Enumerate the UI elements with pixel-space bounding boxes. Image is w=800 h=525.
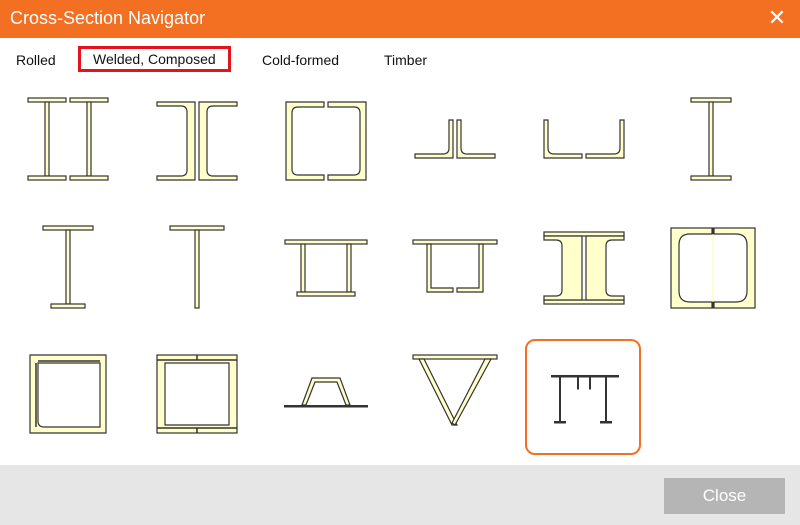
tab-welded-composed[interactable]: Welded, Composed <box>78 46 231 72</box>
section-triangular-truss[interactable] <box>397 335 513 451</box>
box-channels-wide-flange-icon <box>412 239 498 293</box>
i-section-with-stiffeners-icon <box>551 375 619 424</box>
triangular-truss-section-icon <box>412 354 498 426</box>
box-plated-channels-icon <box>670 227 756 309</box>
trapezoid-hat-section-icon <box>284 377 368 408</box>
double-angle-back-to-back-icon <box>414 119 496 159</box>
double-angle-spread-icon <box>543 119 625 159</box>
tab-cold-formed[interactable]: Cold-formed <box>262 52 339 68</box>
tab-strip: Rolled Welded, Composed Cold-formed Timb… <box>0 38 800 82</box>
tab-timber[interactable]: Timber <box>384 52 427 68</box>
section-box-wide-top-flange[interactable] <box>268 206 384 322</box>
section-double-channel-box[interactable] <box>268 82 384 198</box>
tab-rolled[interactable]: Rolled <box>16 52 56 68</box>
section-double-angle-back-to-back[interactable] <box>397 82 513 198</box>
i-section-icon <box>690 97 732 181</box>
section-double-i[interactable] <box>10 82 126 198</box>
t-section-icon <box>169 225 225 309</box>
section-box-two-channels-plated[interactable] <box>139 335 255 451</box>
section-i[interactable] <box>655 82 771 198</box>
section-i-with-stiffeners[interactable] <box>525 339 641 455</box>
section-double-channel-back-to-back[interactable] <box>139 82 255 198</box>
section-grid <box>0 82 800 465</box>
section-box-plated-channels[interactable] <box>655 206 771 322</box>
double-channel-box-icon <box>285 101 367 181</box>
section-box-plated-welded[interactable] <box>10 335 126 451</box>
section-t[interactable] <box>139 206 255 322</box>
box-plated-welded-icon <box>29 354 107 434</box>
section-unsymmetric-i[interactable] <box>10 206 126 322</box>
close-icon[interactable]: ✕ <box>754 0 800 38</box>
double-i-plated-icon <box>543 231 625 305</box>
section-double-i-plated[interactable] <box>526 206 642 322</box>
box-wide-top-flange-icon <box>284 239 368 297</box>
window-title: Cross-Section Navigator <box>10 8 206 28</box>
dialog-footer: Close <box>0 465 800 525</box>
section-double-angle-spread[interactable] <box>526 82 642 198</box>
section-box-channels-wide-flange[interactable] <box>397 206 513 322</box>
box-two-channels-plated-icon <box>156 354 238 434</box>
double-i-section-icon <box>27 97 109 181</box>
title-bar: Cross-Section Navigator ✕ <box>0 0 800 38</box>
section-trapezoid-hat[interactable] <box>268 335 384 451</box>
double-channel-back-to-back-icon <box>156 101 238 181</box>
close-button[interactable]: Close <box>664 478 785 514</box>
unsymmetric-i-section-icon <box>42 225 94 309</box>
